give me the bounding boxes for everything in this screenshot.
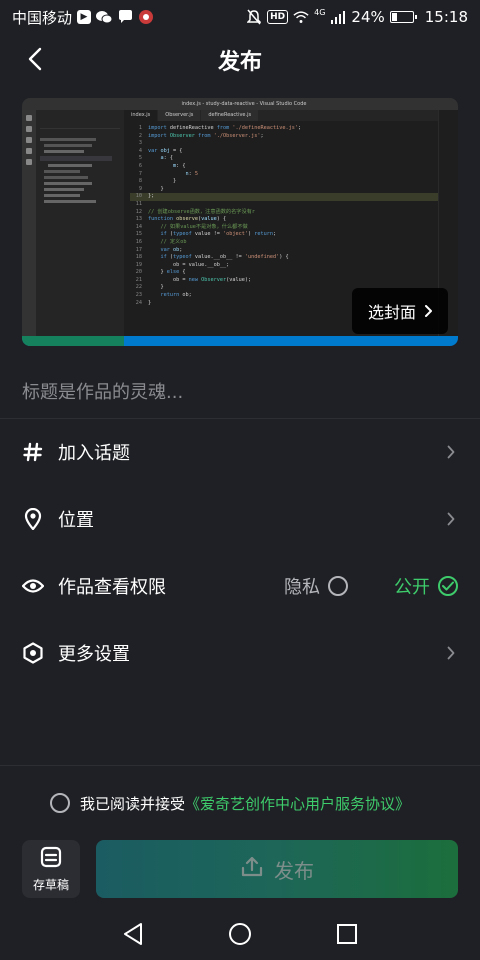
app-notification-icon	[138, 9, 154, 25]
permission-public-label: 公开	[394, 577, 430, 598]
permission-public-option[interactable]: 公开	[394, 573, 458, 599]
add-topic-row[interactable]: 加入话题	[0, 422, 480, 482]
page-title: 发布	[217, 50, 262, 75]
location-label: 位置	[58, 510, 94, 531]
view-permission-label: 作品查看权限	[58, 577, 166, 598]
network-type-badge: 4G	[314, 7, 326, 17]
divider	[0, 765, 480, 766]
permission-options: 隐私 公开	[284, 573, 458, 599]
battery-icon	[389, 11, 417, 23]
chevron-right-icon	[444, 646, 458, 660]
permission-private-option[interactable]: 隐私	[284, 573, 348, 599]
radio-checked-icon	[438, 576, 458, 596]
location-pin-icon	[22, 508, 44, 530]
more-settings-row[interactable]: 更多设置	[0, 623, 480, 683]
agreement-checkbox[interactable]	[50, 793, 70, 813]
save-draft-label: 存草稿	[32, 877, 69, 892]
circle-home-icon	[228, 923, 251, 945]
chevron-right-icon	[444, 512, 458, 526]
upload-icon	[240, 856, 264, 883]
settings-hexagon-icon	[22, 642, 44, 664]
select-cover-button[interactable]: 选封面	[352, 288, 448, 334]
nav-home-button[interactable]	[224, 918, 256, 950]
editor-tab: Observer.js	[158, 110, 201, 121]
editor-statusbar	[22, 336, 458, 346]
nav-back-button[interactable]	[117, 918, 149, 950]
battery-percent: 24%	[351, 8, 385, 26]
hd-badge: HD	[267, 10, 289, 24]
publish-label: 发布	[274, 858, 314, 883]
system-navigation-bar	[0, 908, 480, 960]
editor-tab: index.js	[124, 110, 158, 121]
eye-icon	[22, 575, 44, 597]
carrier-name: 中国移动	[12, 8, 73, 27]
editor-activity-bar	[22, 110, 36, 336]
cover-preview[interactable]: index.js - study-data-reactive - Visual …	[22, 98, 458, 346]
more-settings-label: 更多设置	[58, 644, 130, 665]
view-permission-row: 作品查看权限 隐私 公开	[0, 556, 480, 616]
triangle-back-icon	[124, 923, 143, 945]
editor-code: 1 import defineReactive from './defineRea…	[124, 121, 438, 307]
clock: 15:18	[424, 8, 468, 26]
chevron-right-icon	[444, 445, 458, 459]
status-bar-left: 中国移动 ▶	[12, 7, 154, 28]
editor-tab: defineReactive.js	[201, 110, 259, 121]
publish-button[interactable]: 发布	[96, 840, 458, 898]
editor-tabs: index.js Observer.js defineReactive.js	[124, 110, 438, 121]
signal-icon	[330, 9, 346, 25]
header: 发布	[0, 34, 480, 84]
radio-unchecked-icon	[328, 576, 348, 596]
editor-file-explorer	[36, 110, 124, 336]
location-row[interactable]: 位置	[0, 489, 480, 549]
mute-icon	[246, 9, 262, 25]
agreement-link[interactable]: 《爱奇艺创作中心用户服务协议》	[185, 795, 410, 813]
hashtag-icon	[22, 441, 44, 463]
status-bar-right: HD 4G 24% 15:18	[246, 8, 468, 26]
draft-icon	[40, 846, 62, 872]
square-recents-icon	[336, 924, 357, 944]
nav-recents-button[interactable]	[331, 918, 363, 950]
agreement-row[interactable]: 我已阅读并接受《爱奇艺创作中心用户服务协议》	[50, 790, 410, 816]
permission-private-label: 隐私	[284, 577, 320, 598]
chat-bubble-icon	[117, 9, 133, 25]
divider	[0, 418, 480, 419]
select-cover-label: 选封面	[367, 303, 416, 322]
title-input[interactable]	[22, 370, 458, 414]
editor-titlebar: index.js - study-data-reactive - Visual …	[22, 98, 458, 110]
status-bar: 中国移动 ▶ HD 4G 24% 15:18	[0, 0, 480, 34]
wechat-icon	[96, 9, 113, 25]
wifi-icon	[293, 9, 309, 25]
chevron-right-icon	[425, 305, 432, 317]
play-notification-icon: ▶	[77, 10, 92, 24]
save-draft-button[interactable]: 存草稿	[22, 840, 80, 898]
add-topic-label: 加入话题	[58, 443, 130, 464]
agreement-prefix: 我已阅读并接受	[80, 794, 186, 813]
editor-window-title: index.js - study-data-reactive - Visual …	[181, 101, 307, 107]
